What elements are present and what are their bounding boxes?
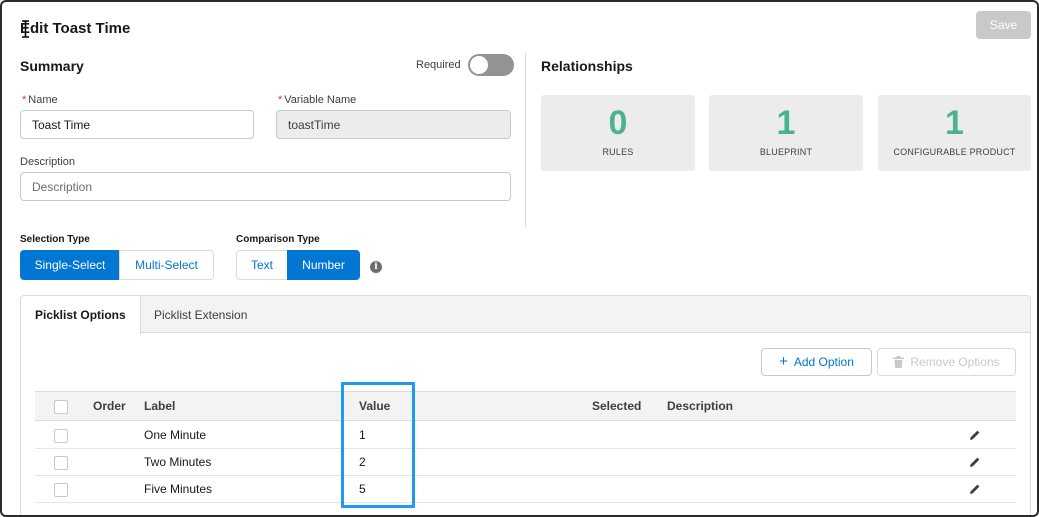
toggle-knob xyxy=(469,56,488,74)
blueprint-label: BLUEPRINT xyxy=(759,147,813,157)
app-frame: Edit Toast Time Save Summary Required * N… xyxy=(0,0,1039,517)
rules-count: 0 xyxy=(608,104,628,142)
row-label: Five Minutes xyxy=(144,482,213,496)
relationships-title: Relationships xyxy=(541,58,633,74)
picklist-panel: Picklist Options Picklist Extension + Ad… xyxy=(20,295,1031,515)
info-icon[interactable]: i xyxy=(370,261,382,273)
row-value: 1 xyxy=(359,428,366,442)
add-option-label: Add Option xyxy=(793,355,854,369)
pencil-icon[interactable] xyxy=(969,456,981,468)
remove-options-label: Remove Options xyxy=(910,355,1000,369)
rules-card[interactable]: 0 RULES xyxy=(541,95,695,171)
row-label: One Minute xyxy=(144,428,207,442)
row-checkbox[interactable] xyxy=(54,483,68,497)
column-description[interactable]: Description xyxy=(667,392,733,420)
tab-picklist-options[interactable]: Picklist Options xyxy=(21,296,141,334)
plus-icon: + xyxy=(779,353,788,370)
column-order[interactable]: Order xyxy=(93,392,126,420)
rules-label: RULES xyxy=(602,147,634,157)
page-title: Edit Toast Time xyxy=(20,20,131,37)
description-label: Description xyxy=(20,156,76,168)
name-input[interactable] xyxy=(20,110,254,139)
pencil-icon[interactable] xyxy=(969,429,981,441)
column-label[interactable]: Label xyxy=(144,392,175,420)
remove-options-button[interactable]: Remove Options xyxy=(877,348,1016,376)
blueprint-count: 1 xyxy=(776,104,796,142)
table-row[interactable]: One Minute 1 xyxy=(35,422,1016,449)
pencil-icon[interactable] xyxy=(969,483,981,495)
trash-icon xyxy=(893,356,905,368)
table-header: Order Label Value Selected Description xyxy=(35,391,1016,421)
column-value[interactable]: Value xyxy=(359,392,390,420)
configurable-product-card[interactable]: 1 CONFIGURABLE PRODUCT xyxy=(878,95,1031,171)
row-value: 5 xyxy=(359,482,366,496)
number-type-button[interactable]: Number xyxy=(287,250,360,280)
required-toggle[interactable] xyxy=(467,54,514,76)
table-row[interactable]: Five Minutes 5 xyxy=(35,476,1016,503)
configurable-product-count: 1 xyxy=(945,104,964,142)
variable-name-input xyxy=(276,110,511,139)
row-checkbox[interactable] xyxy=(54,456,68,470)
row-checkbox[interactable] xyxy=(54,429,68,443)
select-all-checkbox[interactable] xyxy=(54,400,68,414)
single-select-button[interactable]: Single-Select xyxy=(20,250,120,280)
table-row[interactable]: Two Minutes 2 xyxy=(35,449,1016,476)
required-toggle-group: Required xyxy=(416,54,514,76)
comparison-type-label: Comparison Type xyxy=(236,234,320,245)
add-option-button[interactable]: + Add Option xyxy=(761,348,872,376)
column-selected[interactable]: Selected xyxy=(592,392,641,420)
save-button[interactable]: Save xyxy=(976,11,1031,39)
multi-select-button[interactable]: Multi-Select xyxy=(119,250,214,280)
selection-type-label: Selection Type xyxy=(20,234,90,245)
required-label: Required xyxy=(416,59,461,71)
summary-title: Summary xyxy=(20,58,84,74)
description-input[interactable] xyxy=(20,172,511,201)
configurable-product-label: CONFIGURABLE PRODUCT xyxy=(893,147,1016,157)
text-type-button[interactable]: Text xyxy=(236,250,288,280)
section-divider xyxy=(525,52,526,228)
row-value: 2 xyxy=(359,455,366,469)
row-label: Two Minutes xyxy=(144,455,212,469)
variable-name-label: * Variable Name xyxy=(278,94,357,106)
name-label: * Name xyxy=(22,94,58,106)
tab-strip: Picklist Options Picklist Extension xyxy=(21,296,1030,334)
blueprint-card[interactable]: 1 BLUEPRINT xyxy=(709,95,863,171)
tab-picklist-extension[interactable]: Picklist Extension xyxy=(140,296,261,333)
